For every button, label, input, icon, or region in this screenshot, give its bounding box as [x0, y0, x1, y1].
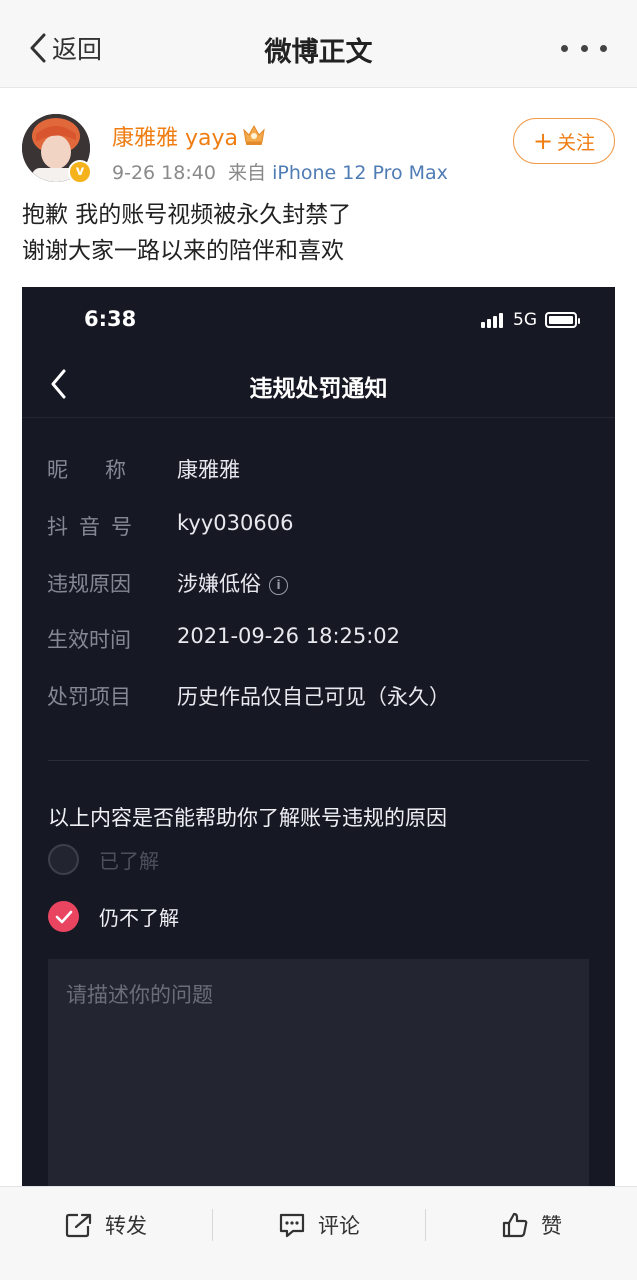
top-nav-bar: 返回 微博正文 — [0, 0, 637, 88]
check-circle-icon — [48, 901, 79, 932]
divider — [48, 760, 589, 761]
repost-label: 转发 — [105, 1214, 147, 1238]
info-circle-icon: i — [269, 576, 288, 595]
source-prefix: 来自 — [228, 162, 267, 184]
repost-button[interactable]: 转发 — [0, 1187, 212, 1263]
radio-option-understood: 已了解 — [48, 844, 159, 875]
feedback-question: 以上内容是否能帮助你了解账号违规的原因 — [48, 806, 447, 830]
like-label: 赞 — [541, 1214, 562, 1238]
author-name[interactable]: 康雅雅 yaya — [112, 120, 238, 152]
crown-icon — [240, 120, 268, 152]
bottom-action-bar: 转发 评论 赞 — [0, 1186, 637, 1280]
info-value: kyy030606 — [177, 511, 294, 535]
radio-unchecked-icon — [48, 844, 79, 875]
info-value: 2021-09-26 18:25:02 — [177, 624, 401, 648]
embedded-screenshot[interactable]: 6:38 5G 违规处罚通知 昵称 康雅雅 抖音号 kyy030606 违规原因… — [22, 287, 615, 1197]
info-label: 处罚项目 — [47, 685, 131, 709]
info-value: 历史作品仅自己可见（永久） — [177, 685, 450, 709]
post-meta: 9-26 18:40 来自 iPhone 12 Pro Max — [112, 158, 448, 185]
weibo-post-page: 返回 微博正文 v 康雅雅 yaya 9-26 18:40 来自 iPhone … — [0, 0, 637, 1280]
thumbs-up-icon — [502, 1212, 528, 1238]
signal-icon — [481, 312, 505, 328]
info-label: 生效时间 — [47, 628, 131, 652]
info-value: 涉嫌低俗 — [177, 572, 261, 596]
follow-button[interactable]: + 关注 — [513, 118, 615, 164]
post-body: 抱歉 我的账号视频被永久封禁了 谢谢大家一路以来的陪伴和喜欢 — [22, 197, 351, 269]
back-label: 返回 — [52, 35, 103, 64]
radio-label: 已了解 — [99, 849, 159, 873]
comment-icon — [279, 1213, 305, 1238]
source-device[interactable]: iPhone 12 Pro Max — [272, 162, 448, 184]
plus-icon: + — [532, 127, 554, 155]
info-label: 抖音号 — [47, 515, 143, 539]
info-value-wrap: 涉嫌低俗 i — [177, 568, 288, 598]
post-text-line: 抱歉 我的账号视频被永久封禁了 — [22, 202, 352, 228]
share-icon — [65, 1213, 92, 1238]
comment-label: 评论 — [318, 1214, 360, 1238]
follow-label: 关注 — [557, 131, 596, 154]
more-options-icon[interactable] — [561, 40, 607, 56]
status-bar-icons: 5G — [481, 310, 580, 330]
screenshot-title: 违规处罚通知 — [249, 376, 388, 402]
battery-icon — [545, 312, 580, 328]
divider — [22, 417, 615, 418]
post-text-line: 谢谢大家一路以来的陪伴和喜欢 — [22, 238, 344, 264]
verified-badge-icon: v — [68, 160, 92, 184]
back-button[interactable]: 返回 — [28, 28, 102, 68]
info-value: 康雅雅 — [177, 458, 240, 482]
network-label: 5G — [513, 310, 537, 330]
info-label: 违规原因 — [47, 572, 131, 596]
comment-button[interactable]: 评论 — [213, 1187, 425, 1263]
chevron-left-icon — [30, 33, 46, 63]
like-button[interactable]: 赞 — [426, 1187, 637, 1263]
info-label: 昵称 — [47, 458, 163, 482]
radio-option-not-understood: 仍不了解 — [48, 901, 179, 932]
post-time: 9-26 18:40 — [112, 162, 216, 184]
radio-label: 仍不了解 — [99, 906, 179, 930]
status-time: 6:38 — [84, 307, 137, 331]
problem-description-field — [48, 959, 589, 1197]
